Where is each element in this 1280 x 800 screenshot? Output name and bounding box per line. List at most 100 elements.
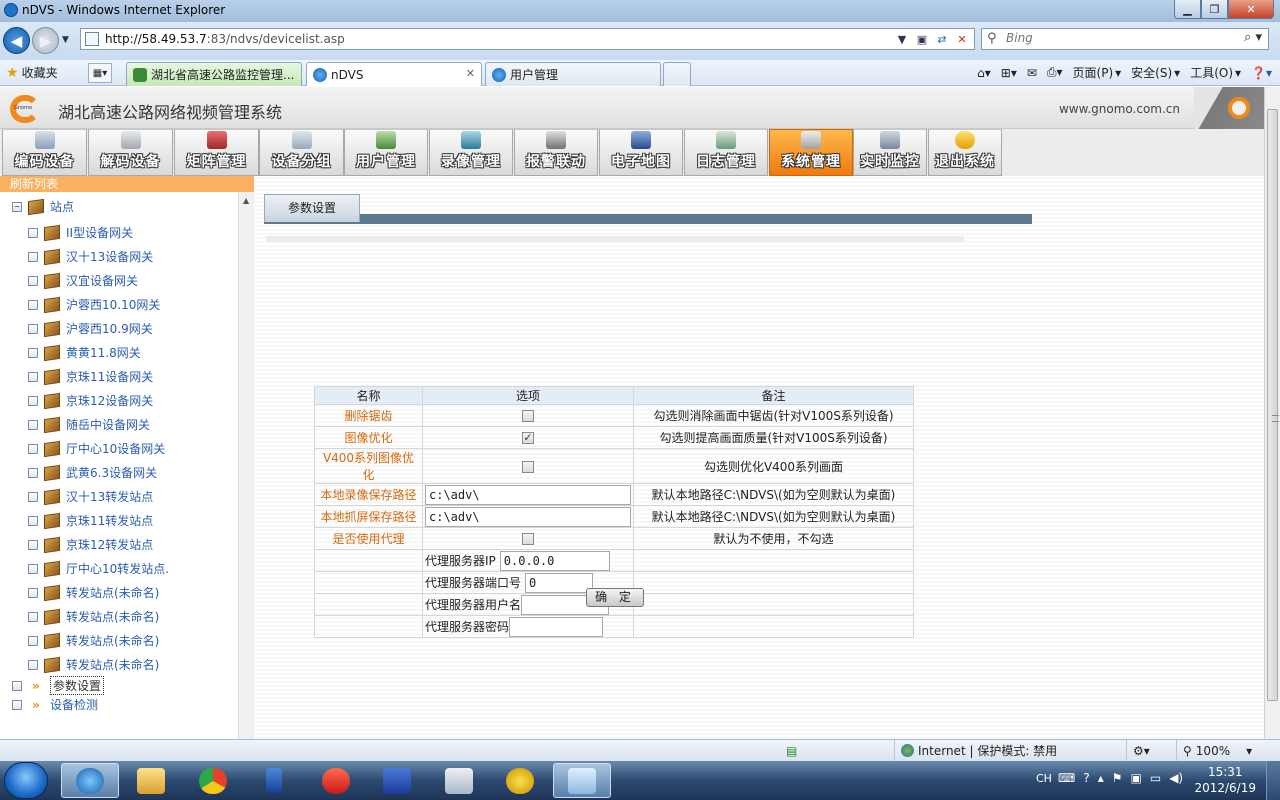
node-box-icon[interactable] [28, 611, 38, 622]
page-menu[interactable]: 页面(P) ▾ [1073, 64, 1122, 81]
tree-item[interactable]: 沪蓉西10.10网关 [28, 296, 160, 313]
history-dropdown-icon[interactable]: ▼ [62, 35, 69, 45]
taskbar-word[interactable] [368, 763, 426, 798]
antialias-checkbox[interactable] [522, 410, 534, 422]
menu-encoder[interactable]: 编码设备 [2, 129, 87, 176]
protected-mode-icon[interactable]: ⚙▾ [1126, 740, 1176, 761]
forward-button[interactable]: ▶ [32, 27, 59, 54]
node-box-icon[interactable] [28, 587, 38, 598]
keyboard-icon[interactable]: ⌨ [1058, 771, 1075, 785]
tree-item[interactable]: 随岳中设备网关 [28, 416, 150, 433]
node-box-icon[interactable] [28, 659, 38, 670]
taskbar-app-blue[interactable] [245, 763, 303, 798]
tree-root[interactable]: − 站点 [12, 198, 74, 215]
node-box-icon[interactable] [28, 419, 38, 430]
feeds-icon[interactable]: ⊞▾ [1001, 66, 1017, 80]
snapshot-path-input[interactable]: c:\adv\ [425, 506, 631, 527]
tree-item[interactable]: 汉十13转发站点 [28, 488, 153, 505]
menu-emap[interactable]: 电子地图 [599, 129, 683, 176]
node-box-icon[interactable] [28, 539, 38, 550]
tree-item[interactable]: 沪蓉西10.9网关 [28, 320, 153, 337]
tree-item[interactable]: 黄黄11.8网关 [28, 344, 141, 361]
scroll-thumb[interactable] [1267, 109, 1279, 701]
node-box-icon[interactable] [28, 251, 38, 262]
node-box-icon[interactable] [12, 699, 22, 710]
node-box-icon[interactable] [28, 491, 38, 502]
tree-item[interactable]: 转发站点(未命名) [28, 608, 159, 625]
volume-icon[interactable]: ◀) [1169, 771, 1183, 785]
tree-item[interactable]: 转发站点(未命名) [28, 656, 159, 673]
tab-hubei[interactable]: 湖北省高速公路监控管理... [126, 62, 302, 86]
quick-tabs-icon[interactable]: ▦▾ [88, 63, 112, 83]
node-box-icon[interactable] [28, 371, 38, 382]
search-input[interactable] [1006, 31, 1236, 45]
tab-params[interactable]: 参数设置 [264, 194, 360, 222]
help-icon[interactable]: ❓▾ [1251, 66, 1272, 80]
input-language[interactable]: CH [1036, 772, 1052, 785]
tools-menu[interactable]: 工具(O) ▾ [1190, 64, 1241, 81]
taskbar-explorer[interactable] [122, 763, 180, 798]
taskbar-ie[interactable] [61, 763, 119, 798]
network-icon[interactable]: ▭ [1150, 771, 1161, 785]
menu-live[interactable]: 实时监控 [853, 129, 927, 176]
print-icon[interactable]: ⎙▾ [1047, 65, 1063, 80]
tree-item[interactable]: II型设备网关 [28, 224, 133, 241]
proxy-pass-input[interactable] [509, 616, 604, 637]
device-icon[interactable]: ▣ [1131, 771, 1142, 785]
safety-menu[interactable]: 安全(S) ▾ [1131, 64, 1180, 81]
close-button[interactable]: ✕ [1228, 0, 1274, 19]
zoom-control[interactable]: ⚲ 100% ▾ [1176, 740, 1280, 761]
menu-users[interactable]: 用户管理 [344, 129, 428, 176]
menu-exit[interactable]: 退出系统 [928, 129, 1002, 176]
maximize-button[interactable]: ❐ [1201, 0, 1228, 19]
tree-item[interactable]: 京珠11设备网关 [28, 368, 153, 385]
tree-params-setting[interactable]: » 参数设置 [12, 676, 105, 695]
tab-user-mgmt[interactable]: 用户管理 [485, 62, 661, 86]
proxy-port-input[interactable]: 0 [525, 572, 594, 593]
tree-item[interactable]: 汉宜设备网关 [28, 272, 138, 289]
menu-decoder[interactable]: 解码设备 [88, 129, 173, 176]
start-button[interactable] [4, 762, 48, 799]
confirm-button[interactable]: 确 定 [586, 588, 644, 607]
taskbar-app-red[interactable] [307, 763, 365, 798]
tree-item[interactable]: 武黄6.3设备网关 [28, 464, 157, 481]
node-box-icon[interactable] [28, 635, 38, 646]
node-box-icon[interactable] [28, 443, 38, 454]
tree-item[interactable]: 京珠11转发站点 [28, 512, 153, 529]
node-box-icon[interactable] [28, 347, 38, 358]
new-tab-button[interactable] [663, 62, 691, 86]
menu-system[interactable]: 系统管理 [769, 129, 853, 176]
compatibility-icon[interactable]: ▣ [912, 30, 932, 48]
home-icon[interactable]: ⌂▾ [977, 66, 991, 80]
search-go-icon[interactable]: ⌕ ▾ [1244, 30, 1262, 45]
url-input[interactable]: http://58.49.53.7:83/ndvs/devicelist.asp… [80, 28, 975, 50]
sidebar-scrollbar[interactable]: ▲ [238, 192, 254, 739]
tree-item[interactable]: 转发站点(未命名) [28, 584, 159, 601]
favorites-button[interactable]: ★ 收藏夹 [6, 64, 58, 81]
clock[interactable]: 15:31 2012/6/19 [1194, 764, 1256, 796]
tree-item[interactable]: 京珠12设备网关 [28, 392, 153, 409]
tab-close-icon[interactable]: ✕ [466, 67, 475, 80]
tree-item[interactable]: 汉十13设备网关 [28, 248, 153, 265]
refresh-list-button[interactable]: 刷新列表 [0, 176, 254, 192]
menu-recording[interactable]: 录像管理 [429, 129, 513, 176]
taskbar-monitor[interactable] [430, 763, 488, 798]
node-box-icon[interactable] [28, 563, 38, 574]
menu-alarm[interactable]: 报警联动 [514, 129, 598, 176]
mail-icon[interactable]: ✉ [1027, 66, 1037, 80]
menu-device-group[interactable]: 设备分组 [259, 129, 344, 176]
scroll-up-icon[interactable]: ▲ [243, 196, 249, 205]
node-box-icon[interactable] [28, 275, 38, 286]
tree-device-detect[interactable]: » 设备检测 [12, 696, 98, 713]
url-dropdown-icon[interactable]: ▼ [892, 30, 912, 48]
tree-item[interactable]: 转发站点(未命名) [28, 632, 159, 649]
node-box-icon[interactable] [28, 323, 38, 334]
record-path-input[interactable]: c:\adv\ [425, 484, 631, 505]
tab-ndvs[interactable]: nDVS ✕ [306, 62, 482, 86]
tree-item[interactable]: 厅中心10转发站点. [28, 560, 169, 577]
use-proxy-checkbox[interactable] [522, 533, 534, 545]
proxy-ip-input[interactable]: 0.0.0.0 [499, 550, 610, 571]
tree-item[interactable]: 京珠12转发站点 [28, 536, 153, 553]
show-desktop-button[interactable] [1266, 761, 1280, 800]
menu-logs[interactable]: 日志管理 [684, 129, 768, 176]
